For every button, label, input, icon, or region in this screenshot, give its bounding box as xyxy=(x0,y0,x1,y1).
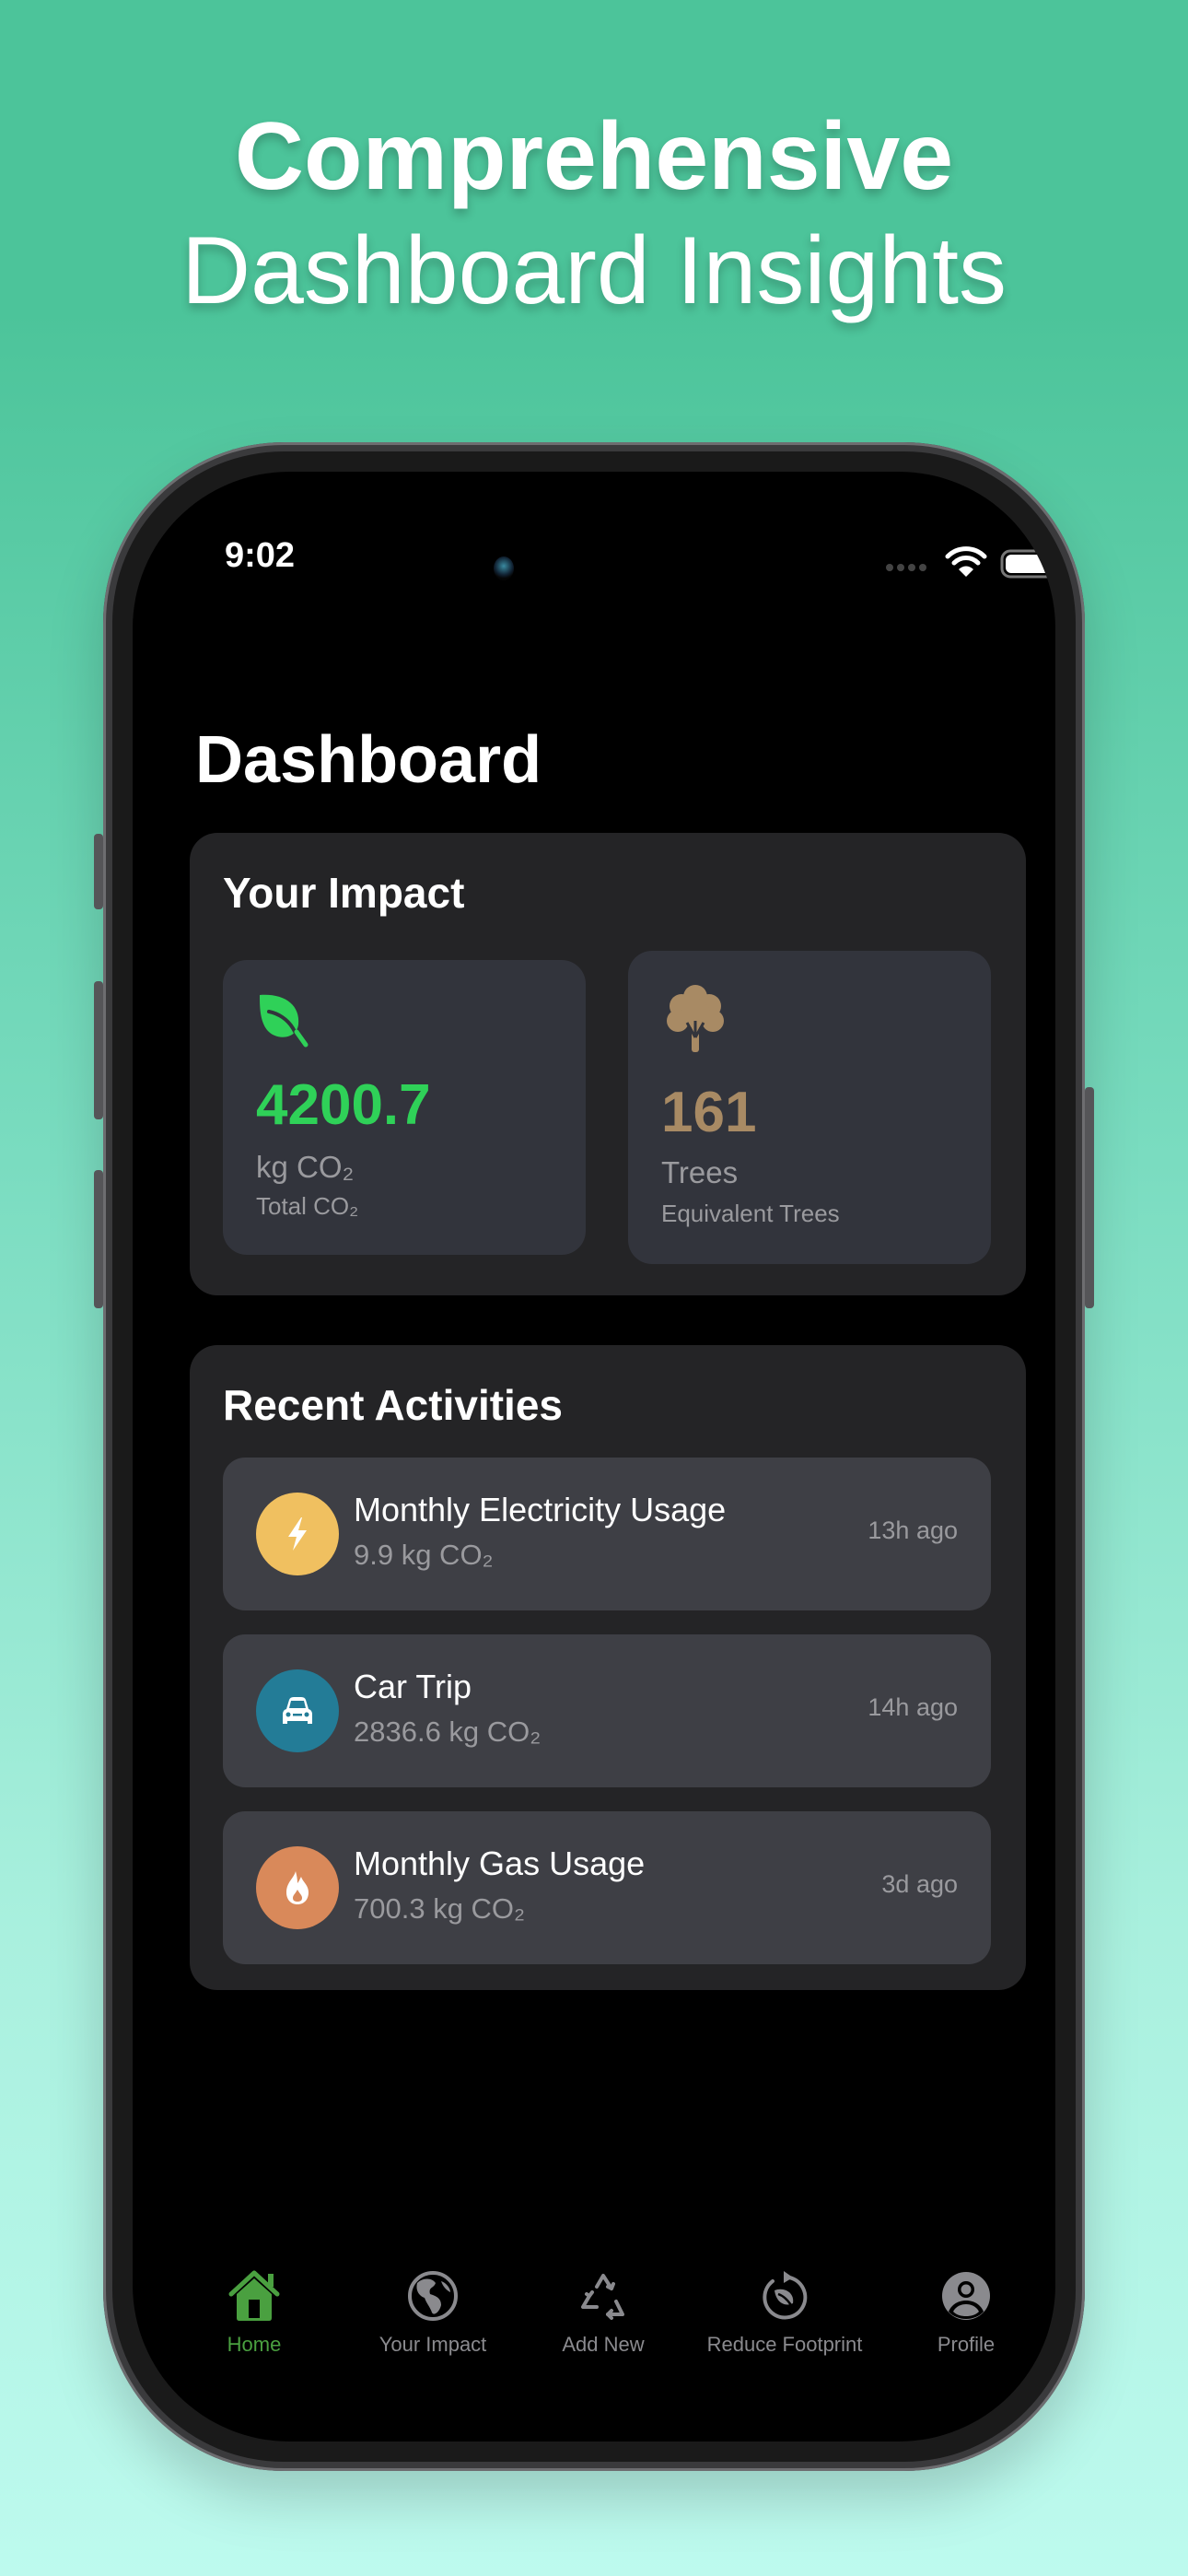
car-icon xyxy=(283,1697,312,1724)
activity-time: 3d ago xyxy=(881,1870,958,1898)
phone-frame: 9:02 Dashboard Your Impact 4200.7 kg CO₂… xyxy=(94,442,1094,2471)
tab-label: Add New xyxy=(562,2333,645,2356)
tab-profile[interactable]: Profile xyxy=(874,2268,1055,2357)
total-co2-value: 4200.7 xyxy=(256,1073,431,1137)
battery-icon xyxy=(1000,549,1055,579)
refresh-leaf-icon xyxy=(763,2271,808,2320)
recycle-icon xyxy=(581,2274,624,2320)
tab-label: Your Impact xyxy=(379,2333,487,2356)
globe-icon xyxy=(408,2271,458,2321)
tab-label: Reduce Footprint xyxy=(706,2333,863,2356)
activity-amount: 2836.6 kg CO₂ xyxy=(354,1715,542,1748)
activity-item[interactable]: Monthly Electricity Usage 9.9 kg CO₂ 13h… xyxy=(223,1458,991,1610)
trees-value: 161 xyxy=(661,1081,757,1144)
leaf-icon xyxy=(260,994,309,1048)
flame-icon xyxy=(286,1871,309,1904)
volume-down-button xyxy=(94,1170,103,1308)
screen: 9:02 Dashboard Your Impact 4200.7 kg CO₂… xyxy=(133,472,1055,2441)
activity-time: 13h ago xyxy=(868,1516,958,1544)
total-co2-unit: kg CO₂ xyxy=(256,1150,355,1184)
tab-home[interactable]: Home xyxy=(162,2268,346,2357)
total-co2-label: Total CO₂ xyxy=(256,1192,359,1220)
status-time: 9:02 xyxy=(225,536,296,575)
trees-unit: Trees xyxy=(661,1155,739,1189)
headline-line-2: Dashboard Insights xyxy=(181,217,1007,324)
activity-amount: 700.3 kg CO₂ xyxy=(354,1892,526,1925)
equivalent-trees-card[interactable]: 161 Trees Equivalent Trees xyxy=(628,951,991,1264)
impact-title: Your Impact xyxy=(223,869,465,917)
activity-item[interactable]: Car Trip 2836.6 kg CO₂ 14h ago xyxy=(223,1634,991,1787)
trees-label: Equivalent Trees xyxy=(661,1200,840,1227)
tab-reduce-footprint[interactable]: Reduce Footprint xyxy=(693,2268,877,2357)
signal-dots-icon xyxy=(886,564,926,571)
tab-your-impact[interactable]: Your Impact xyxy=(341,2268,525,2357)
phone-bezel: 9:02 Dashboard Your Impact 4200.7 kg CO₂… xyxy=(112,451,1076,2462)
tab-add-new[interactable]: Add New xyxy=(511,2268,695,2357)
activity-icon-badge xyxy=(256,1493,339,1575)
activities-panel: Recent Activities Monthly Electricity Us… xyxy=(190,1345,1026,1990)
wifi-icon xyxy=(945,546,987,577)
tree-icon xyxy=(667,985,724,1052)
page-title: Dashboard xyxy=(195,723,542,797)
activity-title: Monthly Electricity Usage xyxy=(354,1491,727,1528)
silent-switch xyxy=(94,834,103,909)
power-button xyxy=(1085,1087,1094,1308)
bolt-icon xyxy=(288,1517,307,1551)
activity-icon-badge xyxy=(256,1669,339,1752)
activity-time: 14h ago xyxy=(868,1693,958,1721)
house-icon xyxy=(228,2270,280,2321)
tab-label: Profile xyxy=(937,2333,996,2356)
impact-panel: Your Impact 4200.7 kg CO₂ Total CO₂ 161 … xyxy=(190,833,1026,1295)
volume-up-button xyxy=(94,981,103,1119)
activity-title: Monthly Gas Usage xyxy=(354,1844,646,1882)
total-co2-card[interactable]: 4200.7 kg CO₂ Total CO₂ xyxy=(223,960,586,1255)
front-camera xyxy=(494,556,514,580)
tab-label: Home xyxy=(227,2333,282,2356)
marketing-headline: Comprehensive Dashboard Insights xyxy=(0,100,1188,328)
activity-item[interactable]: Monthly Gas Usage 700.3 kg CO₂ 3d ago xyxy=(223,1811,991,1964)
activity-icon-badge xyxy=(256,1846,339,1929)
headline-line-1: Comprehensive xyxy=(234,103,954,210)
person-circle-icon xyxy=(942,2272,990,2320)
tab-bar: Home Your Impact Add New Reduce Footprin… xyxy=(133,2268,1055,2397)
activity-amount: 9.9 kg CO₂ xyxy=(354,1539,494,1571)
activities-title: Recent Activities xyxy=(223,1381,563,1429)
activity-title: Car Trip xyxy=(354,1668,472,1705)
